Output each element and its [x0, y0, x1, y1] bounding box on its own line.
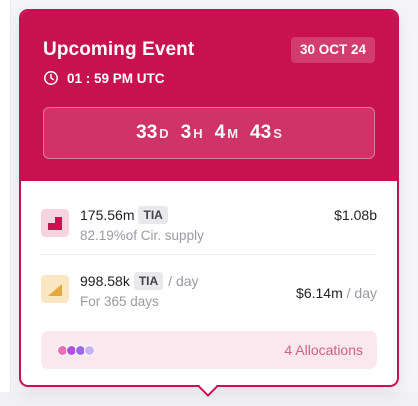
emission-amount-line: 998.58k TIA / day — [80, 271, 199, 291]
step-chart-icon — [41, 209, 69, 237]
linear-ramp-icon — [41, 275, 69, 303]
countdown-box: 33 D 3 H 4 M 43 S — [43, 107, 375, 159]
countdown-days-value: 33 — [136, 122, 158, 143]
event-tooltip-card: Upcoming Event 30 OCT 24 01 : 59 PM UTC … — [19, 9, 399, 387]
allocations-label: 4 Allocations — [284, 342, 363, 358]
countdown-days: 33 D — [136, 122, 169, 144]
emission-amount: 998.58k — [80, 273, 130, 289]
unlock-amount-line: 175.56m TIA — [80, 205, 168, 225]
row-divider — [41, 254, 377, 255]
unlock-token-tag: TIA — [138, 206, 168, 224]
event-time-text: 01 : 59 PM UTC — [67, 70, 165, 86]
emission-token-tag: TIA — [133, 272, 164, 290]
countdown-seconds-value: 43 — [250, 122, 272, 143]
emission-value-line: $6.14m / day — [296, 283, 377, 303]
emission-note: For 365 days — [80, 294, 159, 309]
event-header: Upcoming Event 30 OCT 24 01 : 59 PM UTC … — [21, 11, 397, 181]
allocations-button[interactable]: 4 Allocations — [41, 331, 377, 369]
event-date-badge: 30 OCT 24 — [290, 37, 375, 63]
event-time: 01 : 59 PM UTC — [43, 70, 165, 86]
unlock-value: $1.08b — [334, 207, 377, 223]
countdown-seconds: 43 S — [250, 122, 282, 144]
allocation-dots — [57, 344, 95, 356]
countdown-hours-value: 3 — [180, 122, 192, 143]
event-title: Upcoming Event — [43, 39, 195, 60]
countdown-minutes-unit: M — [227, 126, 239, 141]
allocation-dot — [84, 344, 95, 356]
countdown-days-unit: D — [159, 126, 169, 141]
countdown-minutes-value: 4 — [214, 122, 226, 143]
countdown-hours: 3 H — [181, 122, 203, 144]
countdown-minutes: 4 M — [215, 122, 238, 144]
emission-row: 998.58k TIA / day For 365 days $6.14m / … — [41, 265, 377, 325]
emission-value: $6.14m — [296, 285, 343, 301]
emission-per: / day — [168, 273, 199, 289]
background-panel — [0, 0, 11, 406]
unlock-note: 82.19%of Cir. supply — [80, 228, 204, 243]
unlock-row: 175.56m TIA 82.19%of Cir. supply $1.08b — [41, 199, 377, 259]
clock-icon — [44, 71, 58, 85]
countdown-hours-unit: H — [193, 126, 203, 141]
countdown-seconds-unit: S — [273, 126, 282, 141]
unlock-amount: 175.56m — [80, 207, 135, 223]
emission-value-per: / day — [346, 285, 377, 301]
